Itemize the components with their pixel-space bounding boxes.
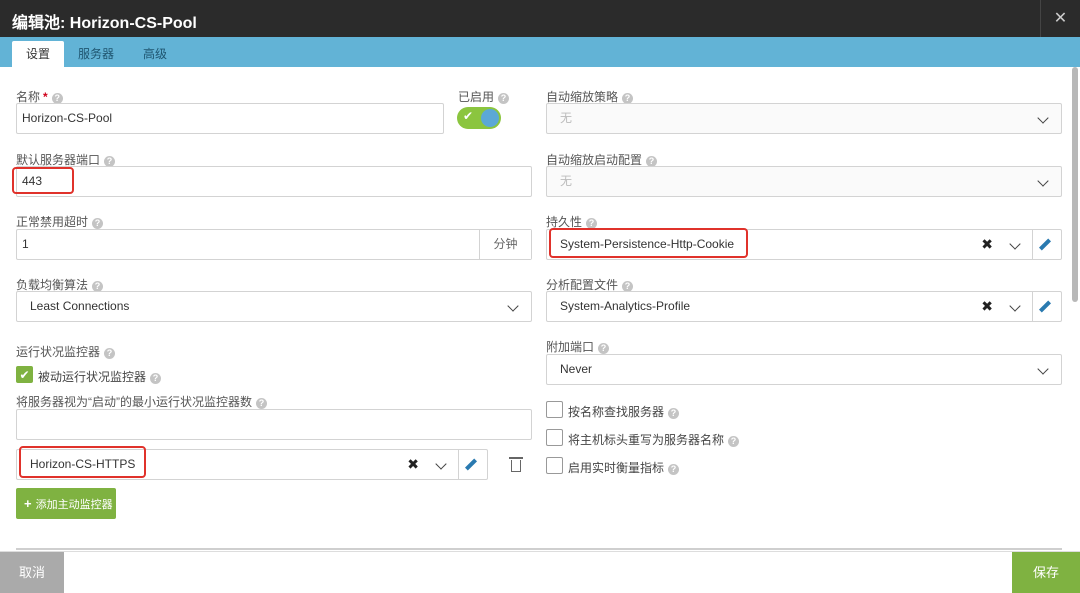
chevron-down-icon — [1037, 363, 1049, 375]
rewrite-host-label: 将主机标头重写为服务器名称? — [568, 431, 740, 448]
edit-icon — [1038, 300, 1052, 313]
chevron-down-icon[interactable] — [1009, 238, 1021, 250]
save-button[interactable]: 保存 — [1012, 552, 1080, 593]
persistence-edit-button[interactable] — [1032, 230, 1061, 259]
trash-icon[interactable] — [509, 456, 523, 472]
realtime-metrics-checkbox[interactable] — [546, 457, 563, 474]
passive-monitor-checkbox[interactable]: ✔ — [16, 366, 33, 383]
clear-icon[interactable]: ✖ — [981, 230, 993, 259]
chevron-down-icon — [1037, 175, 1049, 187]
help-icon[interactable]: ? — [668, 408, 680, 419]
realtime-metrics-label: 启用实时衡量指标? — [568, 459, 680, 476]
dialog-title: 编辑池: Horizon-CS-Pool — [12, 15, 197, 32]
timeout-unit: 分钟 — [479, 230, 531, 259]
analytics-profile-select[interactable]: System-Analytics-Profile ✖ — [546, 291, 1062, 322]
check-icon: ✔ — [463, 109, 474, 123]
monitor-edit-button[interactable] — [458, 450, 487, 479]
chevron-down-icon — [507, 300, 519, 312]
highlight-port — [12, 167, 74, 194]
analytics-profile-value: System-Analytics-Profile — [560, 299, 691, 313]
default-port-input[interactable]: 443 — [16, 166, 532, 197]
health-monitor-label: 运行状况监控器? — [16, 343, 116, 360]
autoscale-launch-select[interactable]: 无 — [546, 166, 1062, 197]
help-icon[interactable]: ? — [668, 464, 680, 475]
min-up-input[interactable] — [16, 409, 532, 440]
help-icon[interactable]: ? — [92, 218, 104, 229]
name-input[interactable]: Horizon-CS-Pool — [16, 103, 444, 134]
tab-settings[interactable]: 设置 — [12, 41, 65, 67]
rewrite-host-checkbox[interactable] — [546, 429, 563, 446]
help-icon[interactable]: ? — [256, 398, 267, 409]
disable-timeout-label: 正常禁用超时? — [16, 213, 104, 230]
chevron-down-icon[interactable] — [1009, 300, 1021, 312]
help-icon[interactable]: ? — [150, 373, 162, 384]
chevron-down-icon[interactable] — [435, 458, 447, 470]
lookup-by-name-label: 按名称查找服务器? — [568, 403, 680, 420]
settings-panel: 名称 *? Horizon-CS-Pool 已启用? ✔ 自动缩放策略? 无 默认… — [0, 67, 1080, 550]
cancel-button[interactable]: 取消 — [0, 552, 64, 593]
analytics-edit-button[interactable] — [1032, 292, 1061, 321]
tab-bar: 设置 服务器 高级 — [0, 37, 1080, 67]
tab-servers[interactable]: 服务器 — [64, 41, 128, 67]
section-divider — [16, 548, 1062, 550]
min-up-label: 将服务器视为“启动”的最小运行状况监控器数? — [16, 393, 267, 410]
add-active-monitor-button[interactable]: + 添加主动监控器 — [16, 488, 116, 519]
scrollbar[interactable] — [1072, 67, 1078, 302]
highlight-persistence — [549, 228, 748, 258]
required-mark: * — [43, 90, 48, 104]
dialog-footer: 取消 保存 — [0, 551, 1080, 593]
plus-icon: + — [24, 496, 32, 511]
autoscale-policy-select[interactable]: 无 — [546, 103, 1062, 134]
placement-port-label: 附加端口? — [546, 338, 610, 355]
help-icon[interactable]: ? — [498, 93, 510, 104]
highlight-monitor — [19, 446, 146, 478]
lookup-by-name-checkbox[interactable] — [546, 401, 563, 418]
help-icon[interactable]: ? — [728, 436, 740, 447]
autoscale-policy-value: 无 — [560, 111, 573, 125]
close-icon[interactable]: ✕ — [1040, 0, 1080, 37]
enabled-toggle[interactable]: ✔ — [457, 107, 501, 129]
placement-port-select[interactable]: Never — [546, 354, 1062, 385]
edit-icon — [1038, 238, 1052, 251]
tab-advanced[interactable]: 高级 — [129, 41, 181, 67]
edit-icon — [464, 458, 478, 471]
dialog-titlebar: 编辑池: Horizon-CS-Pool ✕ — [0, 0, 1080, 37]
autoscale-launch-value: 无 — [560, 174, 573, 188]
clear-icon[interactable]: ✖ — [407, 450, 419, 479]
placement-port-value: Never — [560, 362, 593, 376]
disable-timeout-input[interactable]: 1 分钟 — [16, 229, 532, 260]
clear-icon[interactable]: ✖ — [981, 292, 993, 321]
disable-timeout-value: 1 — [22, 237, 29, 251]
toggle-knob — [481, 109, 499, 127]
help-icon[interactable]: ? — [104, 348, 116, 359]
help-icon[interactable]: ? — [598, 343, 610, 354]
passive-monitor-label: 被动运行状况监控器? — [38, 368, 162, 385]
enabled-label: 已启用? — [458, 88, 510, 105]
lb-algorithm-select[interactable]: Least Connections — [16, 291, 532, 322]
lb-algorithm-value: Least Connections — [30, 299, 130, 313]
chevron-down-icon — [1037, 112, 1049, 124]
